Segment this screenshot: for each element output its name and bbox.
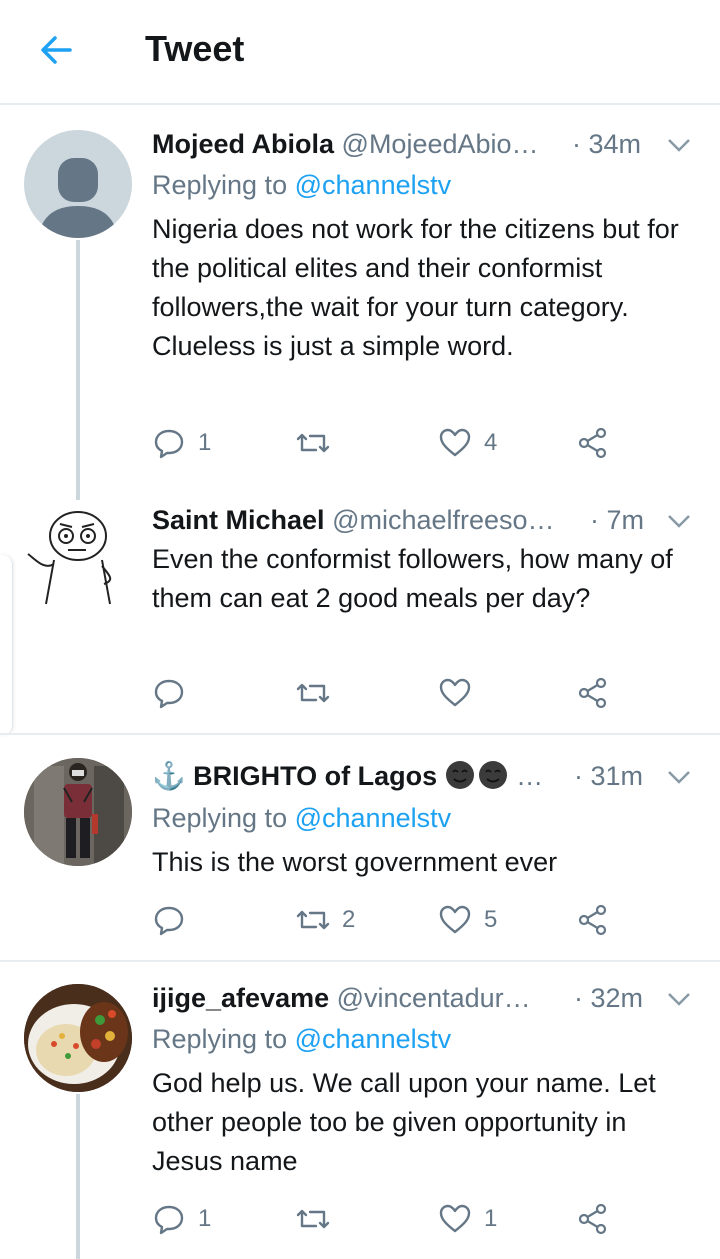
like-button[interactable]: 1 [438,1199,497,1239]
sketch-face-icon [27,511,112,605]
retweet-icon [296,1209,330,1229]
tweet-actions: 1 4 [152,423,632,463]
retweet-button[interactable] [296,1199,342,1239]
like-button[interactable]: 5 [438,900,497,940]
food-plate-icon [24,984,132,1092]
mention-link[interactable]: @channelstv [295,170,452,200]
reply-icon [154,1205,184,1235]
timestamp[interactable]: · 31m [574,758,643,794]
tweet-actions [152,673,632,713]
retweet-button[interactable] [296,423,342,463]
like-button[interactable] [438,673,484,713]
retweet-icon [296,683,330,703]
top-bar: Tweet [0,0,720,105]
retweet-button[interactable] [296,673,342,713]
heart-icon [439,428,471,457]
timestamp[interactable]: · 34m [572,126,641,162]
replying-prefix: Replying to [152,803,288,833]
person-photo-icon [24,758,132,866]
avatar-food-photo[interactable] [24,984,132,1092]
chevron-down-icon[interactable] [666,767,692,787]
heart-icon [439,1204,471,1233]
retweet-icon [296,433,330,453]
display-name[interactable]: ijige_afevame [152,983,329,1013]
mention-link[interactable]: @channelstv [295,1024,452,1054]
share-button[interactable] [576,900,610,940]
like-count: 4 [484,429,498,456]
chevron-down-icon[interactable] [666,511,692,531]
thread-line [76,1094,80,1259]
divider [0,733,720,735]
share-icon [578,427,607,459]
avatar-meme-sketch[interactable] [24,500,132,608]
reply-button[interactable] [152,673,198,713]
reply-icon [154,679,184,709]
share-icon [578,904,607,936]
tweet-text: Nigeria does not work for the citizens b… [152,214,679,361]
share-button[interactable] [576,1199,610,1239]
heart-icon [439,678,471,707]
like-count: 5 [484,906,498,933]
reply-button[interactable]: 1 [152,1199,211,1239]
retweet-icon [296,910,330,930]
tweet-text: This is the worst government ever [152,847,558,877]
reply-button[interactable] [152,900,198,940]
retweet-button[interactable]: 2 [296,900,355,940]
page-title: Tweet [145,28,245,69]
mention-link[interactable]: @channelstv [295,803,452,833]
share-icon [578,677,607,709]
tweet-actions: 1 1 [152,1199,632,1239]
replying-to: Replying to @channelstv [152,1021,451,1057]
share-button[interactable] [576,673,610,713]
user-handle[interactable]: @MojeedAbio… [342,129,539,159]
tweet-text: Even the conformist followers, how many … [152,544,673,613]
share-button[interactable] [576,423,610,463]
user-handle[interactable]: @michaelfreeso… [332,505,555,535]
retweet-count: 2 [342,906,356,933]
display-name[interactable]: Saint Michael [152,505,325,535]
chevron-down-icon[interactable] [666,989,692,1009]
user-handle[interactable]: @vincentadur… [337,983,531,1013]
heart-icon [439,905,471,934]
like-count: 1 [484,1205,498,1232]
emoji-face-icon [445,761,507,789]
replying-prefix: Replying to [152,1024,288,1054]
chevron-down-icon[interactable] [666,135,692,155]
share-icon [578,1203,607,1235]
timestamp[interactable]: · 7m [590,502,644,538]
user-handle[interactable]: … [516,761,543,791]
divider [0,960,720,962]
reply-button[interactable]: 1 [152,423,211,463]
reply-count: 1 [198,1205,212,1232]
back-arrow-icon[interactable] [36,30,76,70]
like-button[interactable]: 4 [438,423,497,463]
tweet-text: God help us. We call upon your name. Let… [152,1068,656,1176]
thread-line [76,240,80,500]
display-name[interactable]: Mojeed Abiola [152,129,334,159]
side-card-edge [0,555,13,735]
timestamp[interactable]: · 32m [574,980,643,1016]
reply-icon [154,906,184,936]
avatar-default[interactable] [24,130,132,238]
default-avatar-icon [38,158,118,238]
replying-prefix: Replying to [152,170,288,200]
replying-to: Replying to @channelstv [152,167,451,203]
display-name[interactable]: ⚓ BRIGHTO of Lagos [152,761,437,791]
tweet-actions: 2 5 [152,900,632,940]
reply-icon [154,429,184,459]
reply-count: 1 [198,429,212,456]
replying-to: Replying to @channelstv [152,800,451,836]
avatar-photo[interactable] [24,758,132,866]
